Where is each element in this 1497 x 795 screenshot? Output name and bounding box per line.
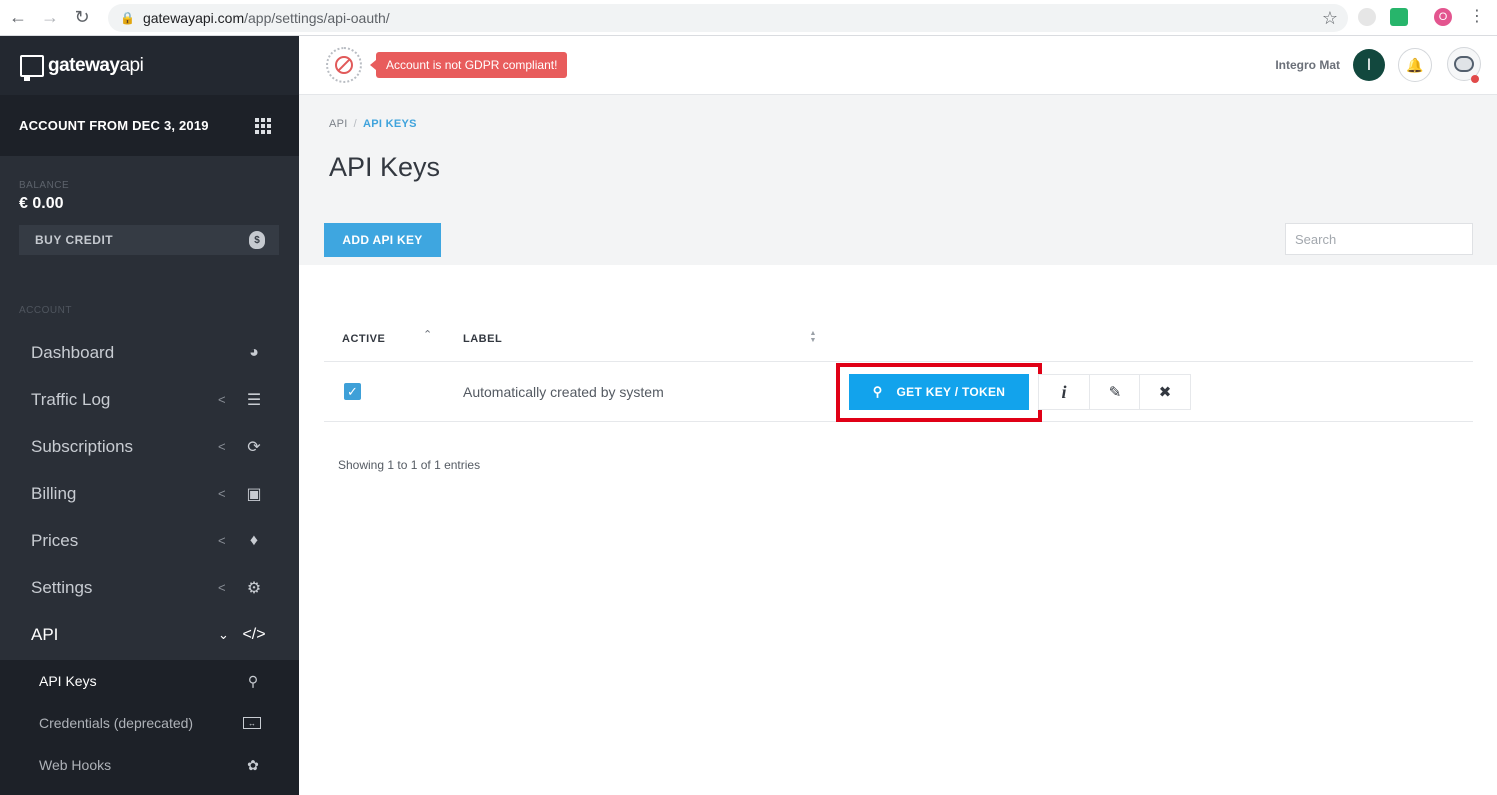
money-bag-icon: $ bbox=[249, 231, 265, 249]
browser-toolbar: ← → ↻ 🔒 gatewayapi.com/app/settings/api-… bbox=[0, 0, 1497, 36]
extension-clock-icon[interactable] bbox=[1358, 8, 1376, 26]
info-icon: i bbox=[1061, 381, 1067, 402]
logo-mark-icon bbox=[20, 54, 44, 81]
bookmark-star-icon[interactable]: ☆ bbox=[1322, 8, 1338, 29]
get-key-token-label: GET KEY / TOKEN bbox=[896, 385, 1006, 399]
active-checkbox[interactable]: ✓ bbox=[344, 383, 361, 400]
address-bar[interactable]: 🔒 gatewayapi.com/app/settings/api-oauth/… bbox=[108, 4, 1348, 32]
wallet-icon: ▣ bbox=[246, 485, 262, 503]
sidebar-subitem-api-keys[interactable]: API Keys ⚲ bbox=[0, 660, 299, 702]
key-icon: ⚲ bbox=[247, 672, 259, 689]
logo[interactable]: gatewayapi bbox=[0, 36, 299, 95]
sidebar-item-billing[interactable]: Billing < ▣ bbox=[0, 470, 299, 517]
breadcrumb-current: API KEYS bbox=[363, 118, 417, 130]
chevron-down-icon: ⌄ bbox=[218, 626, 229, 642]
code-icon: </> bbox=[242, 625, 266, 643]
sidebar-item-label: Traffic Log bbox=[31, 389, 111, 409]
back-icon[interactable]: ← bbox=[4, 4, 32, 32]
lock-icon: 🔒 bbox=[120, 11, 135, 25]
delete-button[interactable]: ✖ bbox=[1139, 374, 1191, 410]
page-header: API / API KEYS API Keys ADD API KEY bbox=[299, 95, 1497, 265]
chevron-left-icon: < bbox=[218, 533, 226, 548]
api-keys-table: ACTIVE ⌃ LABEL ▲ ▼ ✓ Automatically create… bbox=[324, 318, 1473, 422]
edit-button[interactable]: ✎ bbox=[1089, 374, 1141, 410]
forward-icon[interactable]: → bbox=[36, 4, 64, 32]
gdpr-status-icon[interactable] bbox=[326, 47, 362, 83]
profile-avatar[interactable]: O bbox=[1434, 8, 1452, 26]
balance-block: BALANCE € 0.00 BUY CREDIT $ bbox=[0, 156, 299, 281]
chevron-left-icon: < bbox=[218, 486, 226, 501]
buy-credit-label: BUY CREDIT bbox=[35, 233, 114, 247]
sidebar-item-label: API bbox=[31, 624, 59, 644]
support-bot-icon[interactable] bbox=[1447, 47, 1481, 83]
column-header-active[interactable]: ACTIVE bbox=[342, 333, 385, 345]
logo-text: gatewayapi bbox=[48, 54, 144, 76]
table-header: ACTIVE ⌃ LABEL ▲ ▼ bbox=[324, 318, 1473, 362]
table-row: ✓ Automatically created by system ⚲ GET K… bbox=[324, 362, 1473, 422]
row-label: Automatically created by system bbox=[463, 384, 664, 400]
balance-label: BALANCE bbox=[19, 180, 70, 191]
reload-icon[interactable]: ↻ bbox=[68, 4, 96, 32]
page-title: API Keys bbox=[329, 152, 441, 182]
sort-asc-icon[interactable]: ⌃ bbox=[423, 328, 432, 341]
section-label-account: ACCOUNT bbox=[19, 305, 72, 316]
extension-grammarly-icon[interactable] bbox=[1390, 8, 1408, 26]
browser-menu-icon[interactable]: ⋮ bbox=[1468, 8, 1486, 26]
avatar[interactable]: I bbox=[1353, 49, 1385, 81]
info-button[interactable]: i bbox=[1038, 374, 1090, 410]
sidebar-item-label: Settings bbox=[31, 577, 93, 597]
refresh-icon: ⟳ bbox=[247, 438, 261, 456]
add-api-key-button[interactable]: ADD API KEY bbox=[324, 223, 441, 257]
account-band: ACCOUNT FROM DEC 3, 2019 bbox=[0, 95, 299, 156]
breadcrumb-api[interactable]: API bbox=[329, 118, 348, 130]
sidebar-subitem-credentials[interactable]: Credentials (deprecated) ↔ bbox=[0, 702, 299, 744]
sidebar-item-settings[interactable]: Settings < ⚙ bbox=[0, 564, 299, 611]
sidebar-item-label: Billing bbox=[31, 483, 77, 503]
api-submenu: API Keys ⚲ Credentials (deprecated) ↔ We… bbox=[0, 660, 299, 795]
sidebar-item-dashboard[interactable]: Dashboard ◕ bbox=[0, 329, 299, 376]
search-input[interactable] bbox=[1285, 223, 1473, 255]
chevron-left-icon: < bbox=[218, 439, 226, 454]
bell-icon[interactable]: 🔔 bbox=[1398, 48, 1432, 82]
sidebar: gatewayapi ACCOUNT FROM DEC 3, 2019 BALA… bbox=[0, 36, 299, 795]
sidebar-subitem-label: Credentials (deprecated) bbox=[39, 715, 194, 731]
tag-icon: ♦ bbox=[249, 531, 259, 549]
chevron-left-icon: < bbox=[218, 580, 226, 595]
gear-icon: ⚙ bbox=[246, 579, 262, 597]
sidebar-item-subscriptions[interactable]: Subscriptions < ⟳ bbox=[0, 423, 299, 470]
sidebar-item-label: Subscriptions bbox=[31, 436, 134, 456]
breadcrumb: API / API KEYS bbox=[329, 118, 417, 130]
chevron-left-icon: < bbox=[218, 392, 226, 407]
sidebar-item-label: Dashboard bbox=[31, 342, 115, 362]
sidebar-subitem-label: API Keys bbox=[39, 673, 97, 689]
sidebar-item-traffic-log[interactable]: Traffic Log < ☰ bbox=[0, 376, 299, 423]
get-key-token-button[interactable]: ⚲ GET KEY / TOKEN bbox=[849, 374, 1029, 410]
sidebar-subitem-web-hooks[interactable]: Web Hooks ✿ bbox=[0, 744, 299, 786]
sidebar-item-prices[interactable]: Prices < ♦ bbox=[0, 517, 299, 564]
sidebar-item-api[interactable]: API ⌄ </> bbox=[0, 611, 299, 658]
account-title: ACCOUNT FROM DEC 3, 2019 bbox=[19, 118, 209, 133]
column-header-label[interactable]: LABEL bbox=[463, 333, 502, 345]
pencil-icon: ✎ bbox=[1108, 384, 1122, 401]
sidebar-item-label: Prices bbox=[31, 530, 79, 550]
gdpr-warning-badge[interactable]: Account is not GDPR compliant! bbox=[369, 52, 568, 78]
close-icon: ✖ bbox=[1158, 384, 1172, 401]
sort-both-icon[interactable]: ▲ ▼ bbox=[808, 330, 818, 344]
table-info: Showing 1 to 1 of 1 entries bbox=[338, 458, 481, 472]
balance-value: € 0.00 bbox=[19, 195, 64, 212]
profile-initial: O bbox=[1438, 11, 1448, 23]
dashboard-icon: ◕ bbox=[249, 343, 259, 361]
webhook-icon: ✿ bbox=[247, 756, 259, 773]
username[interactable]: Integro Mat bbox=[1275, 58, 1340, 72]
top-header: Account is not GDPR compliant! Integro M… bbox=[299, 36, 1497, 95]
sidebar-subitem-label: Web Hooks bbox=[39, 757, 112, 773]
buy-credit-button[interactable]: BUY CREDIT $ bbox=[19, 225, 279, 255]
url-text: gatewayapi.com/app/settings/api-oauth/ bbox=[142, 10, 390, 26]
notification-dot bbox=[1471, 75, 1479, 83]
key-icon: ⚲ bbox=[872, 384, 883, 399]
database-icon: ☰ bbox=[246, 391, 262, 409]
credentials-icon: ↔ bbox=[243, 717, 261, 729]
apps-grid-icon[interactable] bbox=[255, 117, 271, 134]
